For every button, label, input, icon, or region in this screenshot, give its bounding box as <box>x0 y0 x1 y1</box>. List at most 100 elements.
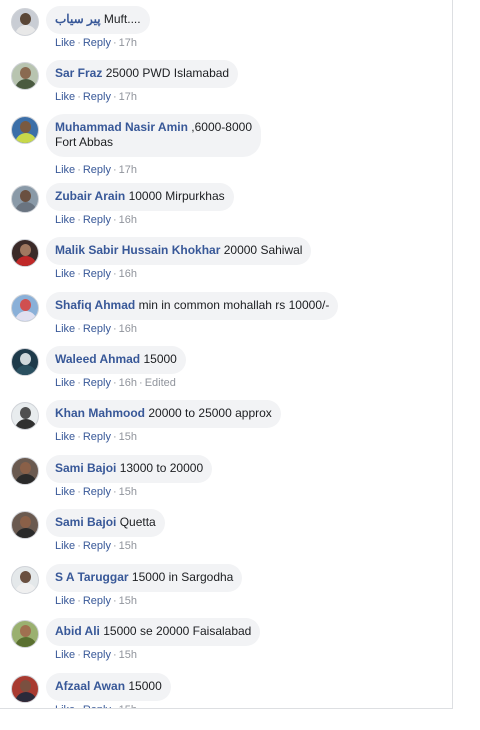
avatar-figure <box>15 637 37 647</box>
like-link[interactable]: Like <box>55 323 75 335</box>
comment-author[interactable]: Sar Fraz <box>55 66 102 80</box>
comment: Waleed Ahmad 15000 Like · Reply · 16h · Edited <box>0 342 452 396</box>
reply-link[interactable]: Reply <box>83 37 111 49</box>
comment-bubble: Zubair Arain 10000 Mirpurkhas <box>46 183 234 211</box>
separator-dot: · <box>77 540 81 552</box>
avatar[interactable] <box>11 8 39 36</box>
comment-timestamp[interactable]: 16h <box>119 377 137 389</box>
like-link[interactable]: Like <box>55 704 75 708</box>
reply-link[interactable]: Reply <box>83 91 111 103</box>
comment-timestamp[interactable]: 16h <box>119 268 137 280</box>
comment: Muhammad Nasir Amin ,6000-8000 Fort Abbas… <box>0 110 452 176</box>
comment-timestamp[interactable]: 17h <box>119 37 137 49</box>
comment-author[interactable]: Shafiq Ahmad <box>55 298 135 312</box>
comment-bubble: Sami Bajoi 13000 to 20000 <box>46 455 213 483</box>
avatar-face <box>20 190 31 202</box>
like-link[interactable]: Like <box>55 540 75 552</box>
reply-link[interactable]: Reply <box>83 486 111 498</box>
avatar[interactable] <box>11 402 39 430</box>
comment-bubble: Muhammad Nasir Amin ,6000-8000 Fort Abbas <box>46 114 261 157</box>
comment-author[interactable]: Sami Bajoi <box>55 515 116 529</box>
comment-author[interactable]: Afzaal Awan <box>55 679 125 693</box>
avatar[interactable] <box>11 511 39 539</box>
avatar[interactable] <box>11 348 39 376</box>
avatar[interactable] <box>11 675 39 703</box>
avatar[interactable] <box>11 620 39 648</box>
avatar[interactable] <box>11 457 39 485</box>
comment-bubble: Shafiq Ahmad min in common mohallah rs 1… <box>46 292 339 320</box>
avatar[interactable] <box>11 294 39 322</box>
comment-timestamp[interactable]: 16h <box>119 323 137 335</box>
edited-label[interactable]: Edited <box>145 377 176 389</box>
comment-author[interactable]: Malik Sabir Hussain Khokhar <box>55 243 220 257</box>
like-link[interactable]: Like <box>55 377 75 389</box>
comment-timestamp[interactable]: 15h <box>119 540 137 552</box>
comment-timestamp[interactable]: 17h <box>119 164 137 176</box>
avatar-figure <box>15 25 37 35</box>
comment-text: 15000 in Sargodha <box>131 570 234 584</box>
avatar-figure <box>15 79 37 89</box>
comment-timestamp[interactable]: 15h <box>119 595 137 607</box>
separator-dot: · <box>112 37 117 49</box>
avatar[interactable] <box>11 62 39 90</box>
comment-author[interactable]: پیر سیاب <box>55 12 101 26</box>
comment-author[interactable]: Muhammad Nasir Amin <box>55 120 188 134</box>
avatar[interactable] <box>11 185 39 213</box>
comment-bubble: Afzaal Awan 15000 <box>46 673 171 701</box>
comment-timestamp[interactable]: 17h <box>119 91 137 103</box>
comment-actions: Like·Reply·15h <box>55 703 137 708</box>
reply-link[interactable]: Reply <box>83 377 111 389</box>
comment: Afzaal Awan 15000 Like·Reply·15h <box>0 669 452 708</box>
reply-link[interactable]: Reply <box>83 214 111 226</box>
comment-actions: Like·Reply·15h <box>55 485 137 499</box>
like-link[interactable]: Like <box>55 214 75 226</box>
like-link[interactable]: Like <box>55 486 75 498</box>
like-link[interactable]: Like <box>55 164 75 176</box>
comment-author[interactable]: S A Taruggar <box>55 570 129 584</box>
comment-timestamp[interactable]: 15h <box>119 486 137 498</box>
like-link[interactable]: Like <box>55 649 75 661</box>
avatar-face <box>20 67 31 79</box>
separator-dot: · <box>112 649 117 661</box>
separator-dot: · <box>77 214 81 226</box>
comment-actions: Like · Reply · 17h <box>55 90 137 104</box>
comment-author[interactable]: Abid Ali <box>55 624 100 638</box>
comment-text: 25000 PWD Islamabad <box>105 66 230 80</box>
comment-actions: Like · Reply · 16h <box>55 322 137 336</box>
reply-link[interactable]: Reply <box>83 595 111 607</box>
reply-link[interactable]: Reply <box>83 431 111 443</box>
reply-link[interactable]: Reply <box>83 268 111 280</box>
like-link[interactable]: Like <box>55 37 75 49</box>
reply-link[interactable]: Reply <box>83 540 111 552</box>
comment-author[interactable]: Khan Mahmood <box>55 406 145 420</box>
reply-link[interactable]: Reply <box>83 704 111 708</box>
comment-timestamp[interactable]: 15h <box>119 431 137 443</box>
reply-link[interactable]: Reply <box>83 323 111 335</box>
separator-dot: · <box>112 486 117 498</box>
comment-timestamp[interactable]: 15h <box>119 649 137 661</box>
like-link[interactable]: Like <box>55 431 75 443</box>
comment-text: ,6000-8000 <box>191 120 252 134</box>
reply-link[interactable]: Reply <box>83 164 111 176</box>
avatar[interactable] <box>11 239 39 267</box>
comment-text: 15000 se 20000 Faisalabad <box>103 624 252 638</box>
separator-dot: · <box>77 323 81 335</box>
comment-thread: پیر سیاب Muft.... Like · Reply · 17h Sar Fraz … <box>0 0 453 709</box>
separator-dot: · <box>77 377 81 389</box>
comment-author[interactable]: Waleed Ahmad <box>55 352 140 366</box>
like-link[interactable]: Like <box>55 268 75 280</box>
comment-timestamp[interactable]: 15h <box>119 704 137 708</box>
comment-author[interactable]: Sami Bajoi <box>55 461 116 475</box>
reply-link[interactable]: Reply <box>83 649 111 661</box>
comment-timestamp[interactable]: 16h <box>119 214 137 226</box>
like-link[interactable]: Like <box>55 91 75 103</box>
avatar-figure <box>15 365 37 375</box>
comment-author[interactable]: Zubair Arain <box>55 189 125 203</box>
comment: پیر سیاب Muft.... Like · Reply · 17h <box>0 2 452 56</box>
avatar[interactable] <box>11 566 39 594</box>
comment-actions: Like · Reply · 17h <box>55 163 137 177</box>
like-link[interactable]: Like <box>55 595 75 607</box>
avatar-figure <box>15 202 37 212</box>
separator-dot: · <box>77 164 81 176</box>
avatar[interactable] <box>11 116 39 144</box>
